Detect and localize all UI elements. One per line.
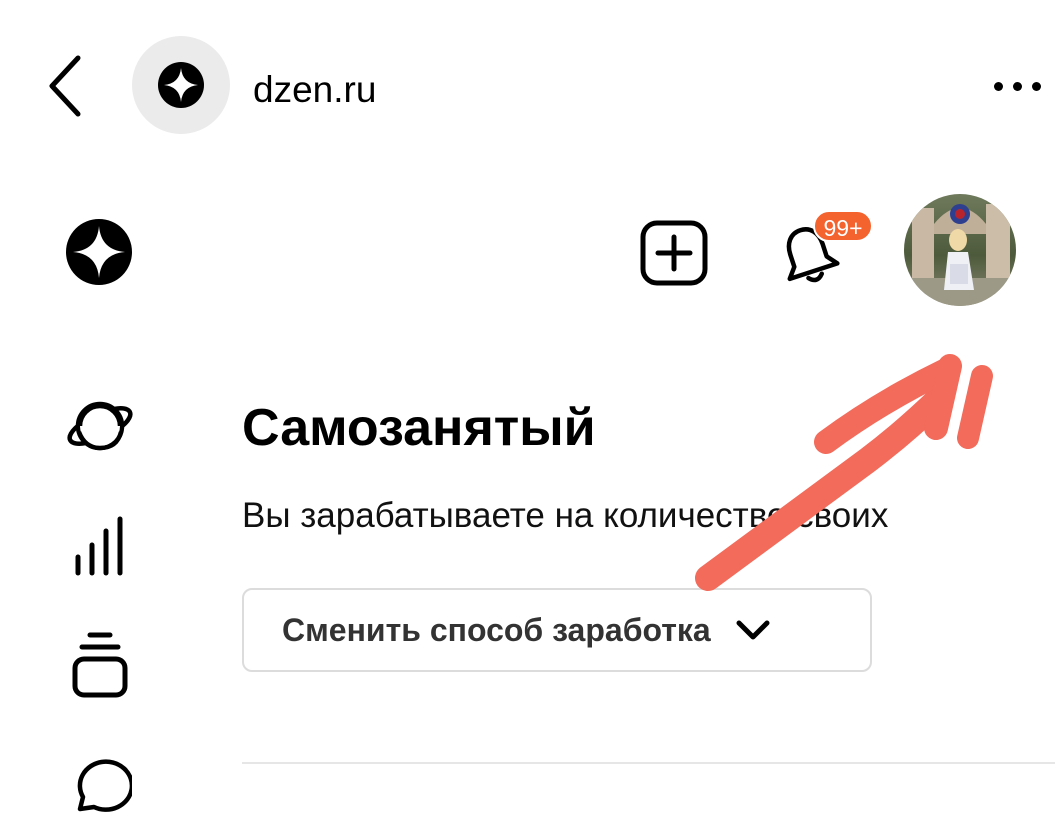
more-dot (1032, 81, 1041, 91)
site-domain[interactable]: dzen.ru (253, 68, 376, 112)
plus-square-icon (640, 220, 708, 286)
dzen-studio-page: dzen.ru 99+ Самозанятый Вы зарабатываете… (0, 0, 1055, 840)
chat-bubble-icon (77, 759, 132, 812)
change-earning-method-label: Сменить способ заработка (282, 611, 711, 648)
nav-item-feed[interactable] (60, 388, 140, 464)
dzen-logo-icon (66, 219, 132, 285)
page-title: Самозанятый (242, 399, 596, 457)
site-icon[interactable] (132, 36, 230, 134)
page-description: Вы зарабатываете на количестве своих (242, 496, 889, 535)
avatar-photo (904, 194, 1016, 306)
back-button[interactable] (36, 50, 96, 122)
nav-item-comments[interactable] (60, 748, 140, 824)
planet-icon (67, 401, 133, 451)
add-content-button[interactable] (640, 220, 708, 286)
nav-item-statistics[interactable] (60, 508, 140, 584)
change-earning-method-button[interactable]: Сменить способ заработка (242, 588, 872, 672)
nav-item-content[interactable] (60, 626, 140, 702)
stack-icon (72, 632, 128, 698)
dzen-site-icon (158, 62, 204, 108)
chevron-left-icon (49, 55, 81, 117)
dzen-logo-button[interactable] (66, 219, 132, 285)
notifications-count-badge: 99+ (813, 210, 873, 242)
more-dot (1013, 81, 1022, 91)
user-avatar[interactable] (904, 194, 1016, 306)
chevron-down-icon (736, 620, 770, 640)
more-options-button[interactable] (984, 66, 1055, 106)
stats-bars-icon (75, 516, 123, 576)
content-divider (242, 762, 1055, 764)
more-horizontal-icon (994, 81, 1003, 91)
